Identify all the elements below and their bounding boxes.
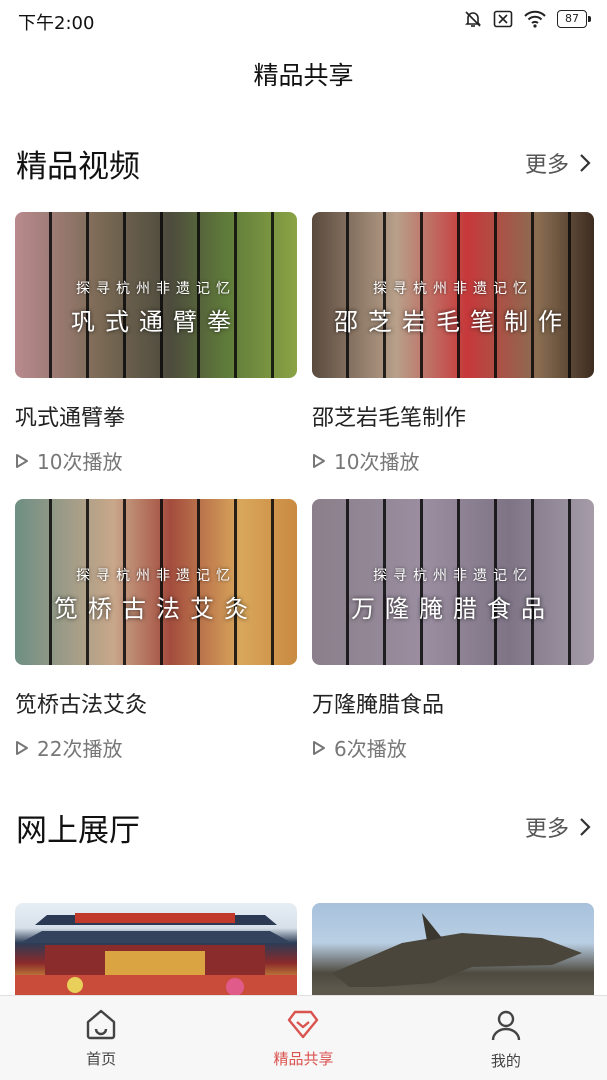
home-icon xyxy=(86,1009,116,1040)
video-name: 巩式通臂拳 xyxy=(15,406,126,431)
video-thumbnail[interactable]: 探寻杭州非遗记忆 巩式通臂拳 xyxy=(15,212,297,378)
thumbnail-subtitle: 探寻杭州非遗记忆 xyxy=(373,281,533,297)
more-label: 更多 xyxy=(524,153,569,178)
page-title: 精品共享 xyxy=(253,61,354,90)
nav-label: 我的 xyxy=(490,1052,521,1070)
videos-more-link[interactable]: 更多 xyxy=(525,147,591,179)
videos-section-title: 精品视频 xyxy=(16,149,140,185)
video-card[interactable]: 探寻杭州非遗记忆 邵芝岩毛笔制作 邵芝岩毛笔制作 10次播放 xyxy=(312,212,594,475)
play-count: 6次播放 xyxy=(312,733,594,762)
sculpture-image xyxy=(312,913,594,1003)
more-label: 更多 xyxy=(524,817,569,842)
video-card[interactable]: 探寻杭州非遗记忆 万隆腌腊食品 万隆腌腊食品 6次播放 xyxy=(312,499,594,762)
play-icon xyxy=(313,453,325,468)
nav-item-featured-share[interactable]: 精品共享 xyxy=(202,996,404,1080)
thumbnail-title: 邵芝岩毛笔制作 xyxy=(334,308,572,336)
video-card[interactable]: 探寻杭州非遗记忆 笕桥古法艾灸 笕桥古法艾灸 22次播放 xyxy=(15,499,297,762)
halls-more-link[interactable]: 更多 xyxy=(525,811,591,843)
mute-bell-icon xyxy=(463,9,483,29)
temple-image xyxy=(15,913,297,1003)
thumbnail-subtitle: 探寻杭州非遗记忆 xyxy=(76,281,236,297)
play-count: 22次播放 xyxy=(15,733,297,762)
thumbnail-title: 笕桥古法艾灸 xyxy=(54,595,258,623)
play-count: 10次播放 xyxy=(15,446,297,475)
thumbnail-title: 巩式通臂拳 xyxy=(71,308,241,336)
play-count-text: 10次播放 xyxy=(37,450,123,474)
halls-section-header: 网上展厅 更多 xyxy=(16,805,591,849)
wifi-icon xyxy=(523,10,547,28)
play-count: 10次播放 xyxy=(312,446,594,475)
play-count-text: 22次播放 xyxy=(37,737,123,761)
play-count-text: 6次播放 xyxy=(334,737,407,761)
heart-diamond-icon xyxy=(288,1010,319,1039)
video-name: 邵芝岩毛笔制作 xyxy=(312,406,467,431)
play-icon xyxy=(16,740,28,755)
status-icons: 87 xyxy=(463,9,591,29)
nav-label: 精品共享 xyxy=(273,1050,334,1068)
play-icon xyxy=(313,740,325,755)
videos-section-header: 精品视频 更多 xyxy=(16,141,591,185)
play-icon xyxy=(16,453,28,468)
person-icon xyxy=(491,1010,521,1041)
video-thumbnail[interactable]: 探寻杭州非遗记忆 笕桥古法艾灸 xyxy=(15,499,297,665)
exhibition-hall-card[interactable] xyxy=(15,903,297,1003)
thumbnail-title: 万隆腌腊食品 xyxy=(351,595,555,623)
status-bar: 下午2:00 87 xyxy=(0,0,607,40)
chevron-right-icon xyxy=(580,818,591,836)
play-count-text: 10次播放 xyxy=(334,450,420,474)
nav-item-mine[interactable]: 我的 xyxy=(405,996,607,1080)
video-card[interactable]: 探寻杭州非遗记忆 巩式通臂拳 巩式通臂拳 10次播放 xyxy=(15,212,297,475)
thumbnail-subtitle: 探寻杭州非遗记忆 xyxy=(373,568,533,584)
exhibition-hall-card[interactable] xyxy=(312,903,594,1003)
thumbnail-subtitle: 探寻杭州非遗记忆 xyxy=(76,568,236,584)
chevron-right-icon xyxy=(580,154,591,172)
nav-item-home[interactable]: 首页 xyxy=(0,996,202,1080)
video-name: 万隆腌腊食品 xyxy=(312,693,445,718)
nav-label: 首页 xyxy=(86,1050,117,1068)
video-name: 笕桥古法艾灸 xyxy=(15,693,148,718)
halls-section-title: 网上展厅 xyxy=(16,813,140,849)
bottom-nav: 首页 精品共享 我的 xyxy=(0,995,607,1080)
status-time: 下午2:00 xyxy=(18,13,95,34)
sim-off-icon xyxy=(493,10,513,28)
battery-icon: 87 xyxy=(557,10,591,28)
video-thumbnail[interactable]: 探寻杭州非遗记忆 万隆腌腊食品 xyxy=(312,499,594,665)
video-thumbnail[interactable]: 探寻杭州非遗记忆 邵芝岩毛笔制作 xyxy=(312,212,594,378)
